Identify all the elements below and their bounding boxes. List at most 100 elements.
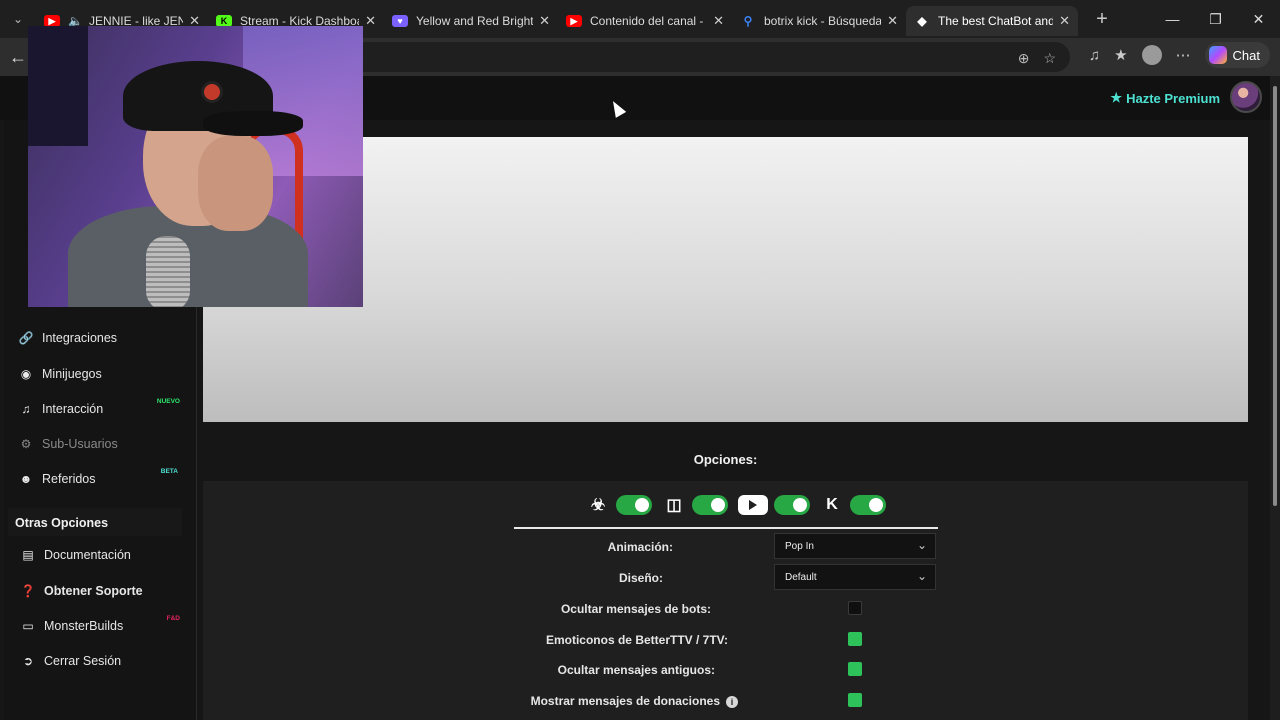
hide-old-messages-label: Ocultar mensajes antiguos: — [557, 663, 715, 677]
search-icon: ⚲ — [743, 14, 753, 28]
animation-select[interactable]: Pop In ⌄ — [774, 533, 936, 559]
window-close-icon[interactable]: ✕ — [1237, 0, 1280, 38]
chevron-down-icon: ⌄ — [916, 569, 927, 583]
tab-botrix-active[interactable]: ◆ The best ChatBot and W ✕ — [906, 6, 1078, 36]
sign-out-icon: ➲ — [22, 654, 34, 668]
animation-value: Pop In — [785, 541, 814, 552]
webcam-overlay — [28, 26, 363, 307]
botrix-icon: ☣ — [590, 497, 606, 514]
premium-link[interactable]: ★ Hazte Premium — [1110, 90, 1220, 106]
sidebar-item-referidos[interactable]: ☻ Referidos BETA — [18, 468, 188, 486]
close-icon[interactable]: ✕ — [365, 13, 376, 29]
page-scrollbar[interactable] — [1270, 76, 1280, 720]
sidebar-item-label: Interacción — [42, 402, 104, 416]
question-circle-icon: ❓ — [20, 584, 36, 598]
sidebar-item-label: Sub-Usuarios — [42, 437, 118, 451]
tab-yellow-red[interactable]: ♥ Yellow and Red Bright a ✕ — [384, 6, 558, 36]
twitch-toggle[interactable] — [692, 495, 728, 515]
heart-shield-icon: ♥ — [392, 15, 408, 27]
close-icon[interactable]: ✕ — [713, 13, 724, 29]
hide-bots-label: Ocultar mensajes de bots: — [560, 602, 711, 616]
partner-badge: F&D — [166, 615, 180, 622]
webcam-cap-logo — [201, 81, 223, 103]
new-tab-plus-icon[interactable]: + — [1084, 8, 1120, 31]
premium-label: Hazte Premium — [1126, 90, 1220, 106]
sidebar-item-sub-usuarios[interactable]: ⚙ Sub-Usuarios — [18, 437, 188, 451]
copilot-chat-button[interactable]: Chat — [1204, 42, 1270, 68]
minimize-icon[interactable]: — — [1151, 0, 1194, 38]
user-avatar[interactable] — [1230, 81, 1262, 113]
donation-messages-label: Mostrar mensajes de donaciones — [530, 694, 720, 708]
webcam-shelf — [28, 26, 88, 146]
kick-toggle[interactable] — [850, 495, 886, 515]
tab-label: Contenido del canal - Yo — [590, 14, 707, 28]
users-icon: ☻ — [19, 472, 33, 486]
sidebar-item-label: Referidos — [42, 472, 96, 486]
design-select[interactable]: Default ⌄ — [774, 564, 936, 590]
youtube-toggle[interactable] — [774, 495, 810, 515]
sidebar-item-monsterbuilds[interactable]: ▭ MonsterBuilds F&D — [20, 615, 190, 633]
close-icon[interactable]: ✕ — [887, 13, 898, 29]
options-panel: ☣ ◫ K Animación: Pop In ⌄ Diseño: Defaul… — [203, 481, 1248, 720]
design-label: Diseño: — [618, 571, 663, 585]
hide-bots-checkbox[interactable] — [848, 601, 862, 615]
botrix-icon: ◆ — [917, 14, 927, 28]
sidebar-item-label: Obtener Soporte — [44, 584, 143, 598]
copilot-chat-label: Chat — [1232, 47, 1260, 63]
tab-label: Yellow and Red Bright a — [416, 14, 534, 28]
more-options-icon[interactable]: ⋯ — [1176, 46, 1191, 64]
youtube-studio-icon: ▶ — [566, 15, 582, 27]
info-icon[interactable]: i — [726, 696, 738, 708]
close-icon[interactable]: ✕ — [539, 13, 550, 29]
scrollbar-thumb[interactable] — [1273, 86, 1277, 506]
sidebar-item-soporte[interactable]: ❓ Obtener Soporte — [20, 584, 190, 598]
chevron-down-icon: ⌄ — [916, 538, 927, 552]
close-icon[interactable]: ✕ — [1059, 13, 1070, 29]
link-icon: 🔗 — [18, 331, 34, 345]
sidebar-item-label: MonsterBuilds — [44, 619, 124, 633]
twitch-icon: ◫ — [666, 497, 682, 514]
options-title: Opciones: — [693, 452, 758, 467]
sidebar-item-label: Cerrar Sesión — [44, 654, 122, 668]
youtube-icon — [738, 495, 768, 515]
copilot-icon — [1208, 46, 1227, 64]
window-controls: — ❐ ✕ — [1151, 0, 1280, 38]
address-bar[interactable]: ⊕ ☆ — [350, 42, 1070, 72]
options-divider — [514, 527, 938, 529]
new-badge: NUEVO — [156, 398, 180, 405]
donation-messages-checkbox[interactable] — [848, 693, 862, 707]
tab-label: botrix kick - Búsqueda — [764, 14, 882, 28]
laptop-icon: ▭ — [22, 619, 34, 633]
webcam-microphone — [146, 236, 190, 307]
star-icon: ★ — [1110, 90, 1123, 105]
animation-label: Animación: — [607, 540, 673, 554]
webcam-hand — [198, 136, 273, 231]
zoom-icon[interactable]: ⊕ — [1018, 50, 1030, 67]
platform-toggles: ☣ ◫ K — [586, 493, 890, 517]
bttv-emotes-label: Emoticonos de BetterTTV / 7TV: — [545, 633, 728, 647]
favorites-icon[interactable]: ★ — [1114, 46, 1127, 64]
users-gear-icon: ⚙ — [20, 437, 32, 451]
favorite-star-icon[interactable]: ☆ — [1043, 50, 1056, 67]
section-title-otras-opciones: Otras Opciones — [15, 516, 109, 530]
tab-botrix-search[interactable]: ⚲ botrix kick - Búsqueda ✕ — [732, 6, 906, 36]
sidebar-item-cerrar-sesion[interactable]: ➲ Cerrar Sesión — [20, 654, 190, 668]
media-control-icon[interactable]: ♫ — [1089, 47, 1100, 64]
tab-contenido-canal[interactable]: ▶ Contenido del canal - Yo ✕ — [558, 6, 732, 36]
sidebar-item-label: Minijuegos — [42, 367, 102, 381]
botrix-toggle[interactable] — [616, 495, 652, 515]
beta-badge: BETA — [160, 468, 178, 475]
bttv-emotes-checkbox[interactable] — [848, 632, 862, 646]
sidebar-item-label: Documentación — [44, 548, 131, 562]
sidebar-item-documentacion[interactable]: ▤ Documentación — [20, 548, 190, 562]
kick-icon: K — [826, 496, 838, 513]
profile-avatar-icon[interactable] — [1141, 45, 1162, 65]
design-value: Default — [785, 572, 817, 583]
sidebar-item-minijuegos[interactable]: ◉ Minijuegos — [18, 367, 188, 381]
sidebar-item-integraciones[interactable]: 🔗 Integraciones — [18, 331, 188, 345]
music-note-icon: ♫ — [21, 402, 31, 416]
book-icon: ▤ — [22, 548, 34, 562]
hide-old-messages-checkbox[interactable] — [848, 662, 862, 676]
sidebar-item-interaccion[interactable]: ♫ Interacción NUEVO — [18, 398, 188, 416]
restore-icon[interactable]: ❐ — [1194, 0, 1237, 38]
